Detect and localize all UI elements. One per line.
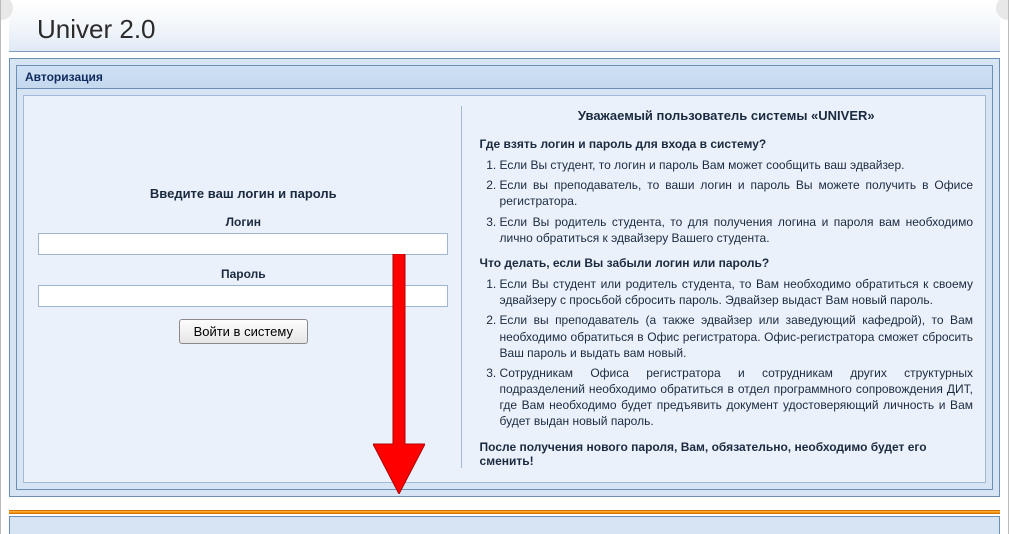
list-item: Если вы преподаватель (а также эдвайзер … (500, 312, 973, 361)
info-footer: После получения нового пароля, Вам, обяз… (480, 440, 973, 468)
password-label: Пароль (221, 267, 266, 281)
info-question-2: Что делать, если Вы забыли логин или пар… (480, 256, 973, 270)
list-item: Если Вы студент или родитель студента, т… (500, 276, 973, 308)
info-question-1: Где взять логин и пароль для входа в сис… (480, 137, 973, 151)
info-column: Уважаемый пользователь системы «UNIVER» … (474, 106, 973, 468)
list-item: Если Вы родитель студента, то для получе… (500, 214, 973, 246)
form-heading: Введите ваш логин и пароль (150, 186, 337, 201)
auth-panel: Авторизация Введите ваш логин и пароль Л… (16, 65, 993, 490)
list-item: Если Вы студент, то логин и пароль Вам м… (500, 157, 973, 173)
info-greeting: Уважаемый пользователь системы «UNIVER» (480, 108, 973, 123)
app-header: Univer 2.0 (9, 4, 1000, 52)
info-list-1: Если Вы студент, то логин и пароль Вам м… (500, 157, 973, 246)
login-label: Логин (226, 215, 261, 229)
bottom-strip (9, 516, 1000, 534)
info-list-2: Если Вы студент или родитель студента, т… (500, 276, 973, 430)
divider-bar (9, 510, 1000, 514)
login-form: Введите ваш логин и пароль Логин Пароль … (36, 106, 462, 468)
app-title: Univer 2.0 (37, 14, 972, 45)
list-item: Если вы преподаватель, то ваши логин и п… (500, 177, 973, 209)
list-item: Сотрудникам Офиса регистратора и сотрудн… (500, 365, 973, 430)
login-input[interactable] (38, 233, 448, 255)
password-input[interactable] (38, 285, 448, 307)
outer-panel: Авторизация Введите ваш логин и пароль Л… (9, 58, 1000, 497)
panel-title: Авторизация (17, 66, 992, 89)
login-button[interactable]: Войти в систему (179, 319, 308, 344)
